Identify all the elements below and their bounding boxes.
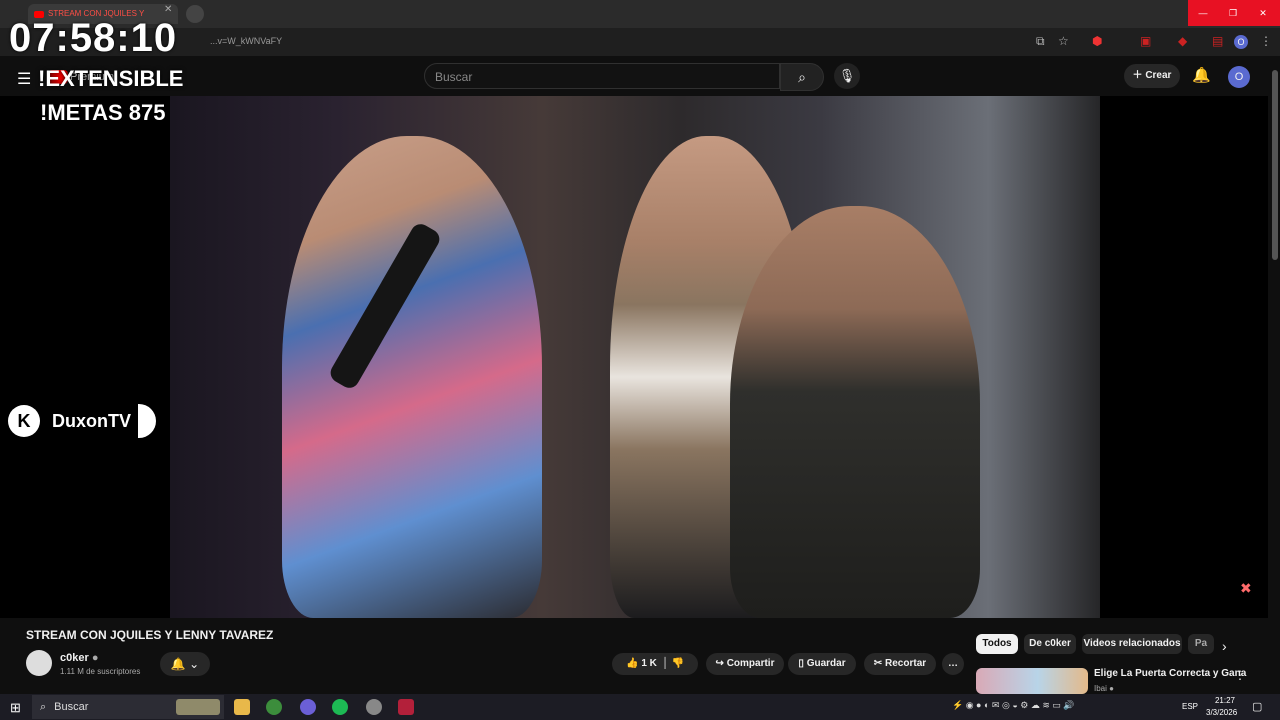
browser-menu-icon[interactable]: ⋮ — [1260, 34, 1272, 48]
recommended-channel-name: Ibai — [1094, 684, 1107, 693]
extension-icon[interactable]: ◆ — [1178, 34, 1187, 48]
account-avatar[interactable]: O — [1228, 66, 1250, 88]
minimize-button[interactable]: — — [1188, 0, 1218, 26]
recommended-video-thumbnail[interactable] — [976, 668, 1088, 694]
search-highlight-image[interactable] — [176, 699, 220, 715]
window-controls: — ❐ ✕ — [1188, 0, 1280, 26]
channel-avatar[interactable] — [26, 650, 52, 676]
notification-center-icon[interactable]: ▢ — [1252, 700, 1262, 713]
search-icon: ⌕ — [40, 701, 47, 713]
more-horizontal-icon: … — [948, 658, 958, 669]
tab-close-icon[interactable]: ✕ — [164, 4, 172, 15]
create-label: Crear — [1145, 70, 1172, 81]
extension-icon[interactable]: ▤ — [1212, 34, 1223, 48]
channel-name[interactable]: c0ker ● — [60, 652, 98, 664]
recommended-video-channel[interactable]: Ibai ● — [1094, 684, 1114, 693]
clip-button[interactable]: ✂ Recortar — [864, 653, 936, 675]
verified-icon: ● — [1109, 684, 1114, 693]
maximize-button[interactable]: ❐ — [1218, 0, 1248, 26]
app-icon[interactable] — [398, 699, 414, 715]
discord-icon[interactable] — [300, 699, 316, 715]
hamburger-menu-icon[interactable]: ☰ — [17, 69, 31, 89]
subscription-bell-button[interactable]: 🔔 ⌄ — [160, 652, 210, 676]
chip-truncated[interactable]: Pa — [1188, 634, 1214, 654]
notifications-bell-icon[interactable]: 🔔 — [1192, 66, 1211, 84]
guest-figure — [730, 206, 980, 618]
chip-videos-relacionados[interactable]: Videos relacionados — [1082, 634, 1182, 654]
extension-icon[interactable]: ▣ — [1140, 34, 1151, 48]
video-title: STREAM CON JQUILES Y LENNY TAVAREZ — [26, 628, 274, 642]
verified-icon: ● — [91, 652, 99, 664]
voice-search-button[interactable]: 🎙 — [834, 63, 860, 89]
recommended-more-icon[interactable]: ⋮ — [1234, 668, 1246, 682]
share-icon: ↪ — [715, 658, 724, 669]
streamer-figure — [282, 136, 542, 618]
thumbs-up-icon: 👍 — [626, 658, 639, 669]
taskbar-search-label: Buscar — [54, 701, 89, 713]
miniplayer-icon[interactable]: ✖ — [1240, 580, 1252, 597]
bell-icon: 🔔 — [170, 657, 186, 671]
language-indicator[interactable]: ESP — [1182, 702, 1198, 711]
windows-start-icon[interactable]: ⊞ — [10, 700, 21, 716]
overlay-command-metas: !METAS 875 — [40, 100, 166, 125]
search-button[interactable]: ⌕ — [780, 63, 824, 91]
save-label: Guardar — [806, 658, 846, 669]
bookmark-star-icon[interactable]: ☆ — [1058, 34, 1069, 48]
microphone-icon: 🎙 — [838, 68, 856, 83]
chip-todos[interactable]: Todos — [976, 634, 1018, 654]
install-app-icon[interactable]: ⧉ — [1036, 34, 1045, 49]
new-tab-button[interactable] — [186, 5, 204, 23]
thumbs-down-icon: 👎 — [671, 658, 684, 669]
chevron-down-icon: ⌄ — [189, 657, 200, 671]
file-explorer-icon[interactable] — [234, 699, 250, 715]
bookmark-icon: ▯ — [798, 658, 804, 669]
page-scrollbar[interactable] — [1272, 70, 1278, 260]
clip-label: Recortar — [885, 658, 927, 669]
close-window-button[interactable]: ✕ — [1248, 0, 1278, 26]
recommended-video-title[interactable]: Elige La Puerta Correcta y Gana — [1094, 668, 1246, 679]
stream-clock: 07:58:10 — [9, 16, 178, 60]
kick-logo-icon: K — [8, 405, 40, 437]
search-icon: ⌕ — [798, 69, 806, 85]
url-text[interactable]: ...v=W_kWNVaFY — [210, 36, 282, 46]
create-button[interactable]: ＋ Crear — [1124, 64, 1180, 88]
taskbar-time[interactable]: 21:27 — [1208, 696, 1242, 705]
chevron-right-icon[interactable]: › — [1222, 638, 1227, 654]
share-button[interactable]: ↪ Compartir — [706, 653, 784, 675]
search-input[interactable]: Buscar — [424, 63, 780, 89]
overlay-command-extensible: !EXTENSIBLE — [38, 66, 184, 91]
address-bar[interactable] — [0, 28, 1280, 56]
chip-de-c0ker[interactable]: De c0ker — [1024, 634, 1076, 654]
chrome-icon[interactable] — [266, 699, 282, 715]
scissors-icon: ✂ — [873, 658, 883, 669]
taskbar-date[interactable]: 3/3/2026 — [1206, 708, 1237, 717]
share-label: Compartir — [726, 658, 775, 669]
like-count: 1 K — [641, 658, 657, 669]
obs-icon[interactable] — [366, 699, 382, 715]
streamer-badge-name: DuxonTV — [52, 411, 131, 431]
video-frame[interactable] — [170, 96, 1100, 618]
system-tray-icons[interactable]: ⚡ ◉ ● ◐ ✉ ◎ ◒ ⚙ ☁ ≋ ▭ 🔊 — [952, 700, 1075, 711]
spotify-icon[interactable] — [332, 699, 348, 715]
extension-icon[interactable]: ⬢ — [1092, 34, 1102, 48]
channel-name-text: c0ker — [60, 652, 89, 664]
subscriber-count: 1.11 M de suscriptores — [60, 667, 141, 676]
more-actions-button[interactable]: … — [942, 653, 964, 675]
browser-profile-avatar[interactable]: O — [1234, 35, 1248, 49]
save-button[interactable]: ▯ Guardar — [788, 653, 856, 675]
like-dislike-button[interactable]: 👍 1 K │ 👎 — [612, 653, 698, 675]
